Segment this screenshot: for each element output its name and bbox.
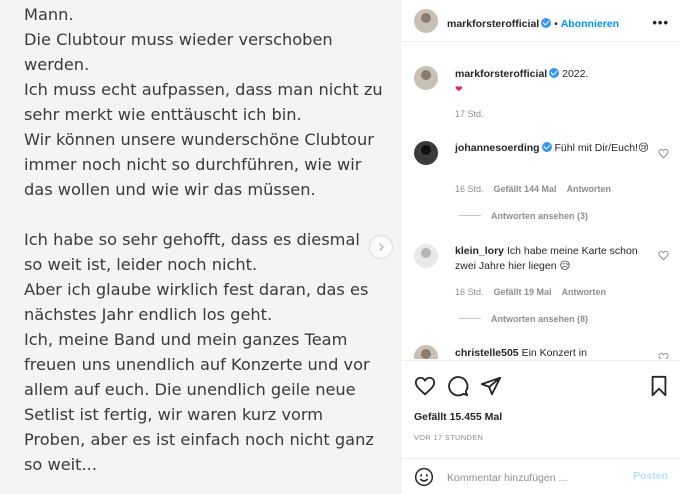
avatar[interactable] (414, 244, 438, 268)
post-line: nächstes Jahr endlich los geht. (24, 305, 273, 324)
comment-body: Fühl mit Dir/Euch!😢 (554, 142, 649, 154)
view-replies-label: Antworten ansehen (3) (491, 211, 589, 221)
avatar[interactable] (414, 141, 438, 165)
more-options-icon[interactable]: ••• (652, 15, 669, 30)
comment-likes[interactable]: Gefällt 144 Mal (494, 184, 557, 194)
username-link[interactable]: christelle505 (455, 347, 519, 359)
comment-input[interactable] (447, 468, 617, 488)
username-link[interactable]: markforsterofficial (455, 68, 547, 80)
emoji-icon[interactable] (414, 467, 434, 487)
divider (459, 215, 481, 216)
heart-icon[interactable] (414, 375, 436, 397)
post-text: Mann. Die Clubtour muss wieder verschobe… (24, 2, 389, 477)
comment-time: 16 Std. (455, 287, 484, 297)
view-replies-label: Antworten ansehen (8) (491, 314, 589, 324)
post-line: Aber ich glaube wirklich fest daran, das… (24, 280, 369, 299)
post-line: Mann. (24, 5, 74, 24)
username-link[interactable]: klein_lory (455, 245, 504, 257)
comment-icon[interactable] (447, 375, 469, 397)
post-line: so weit ist, leider noch nicht. (24, 255, 258, 274)
post-line: Proben, aber es ist einfach noch nicht g… (24, 430, 374, 449)
post-line: Wir können unsere wunderschöne Clubtour (24, 130, 374, 149)
post-actions: Gefällt 15.455 Mal VOR 17 STUNDEN (401, 360, 680, 450)
post-comment-button[interactable]: Posten (633, 470, 668, 482)
verified-badge-icon (549, 68, 560, 78)
post-line: Ich habe so sehr gehofft, dass es diesma… (24, 230, 360, 249)
post-timestamp: VOR 17 STUNDEN (414, 433, 484, 442)
view-replies-button[interactable]: Antworten ansehen (3) (459, 211, 588, 221)
post-details-panel: markforsterofficial • Abonnieren ••• markf… (400, 0, 680, 494)
separator-dot: • (554, 19, 558, 30)
comment-likes[interactable]: Gefällt 19 Mal (494, 287, 552, 297)
verified-badge-icon (541, 142, 552, 152)
caption-text: markforsterofficial 2022. ❤ (455, 67, 651, 97)
comment-text: klein_lory Ich habe meine Karte schon zw… (455, 244, 651, 274)
caption-time: 17 Std. (455, 109, 484, 119)
bookmark-icon[interactable] (648, 375, 670, 397)
header-user: markforsterofficial • Abonnieren (447, 14, 619, 32)
heart-emoji: ❤ (455, 84, 463, 94)
comment-text: johannesoerding Fühl mit Dir/Euch!😢 (455, 141, 651, 156)
add-comment-bar: Posten (401, 458, 680, 494)
avatar[interactable] (414, 66, 438, 90)
reply-button[interactable]: Antworten (567, 184, 612, 194)
post-line: Ich muss echt aufpassen, dass man nicht … (24, 80, 383, 99)
likes-count[interactable]: Gefällt 15.455 Mal (414, 411, 502, 423)
comment-meta: 16 Std. Gefällt 19 Mal Antworten (455, 287, 616, 297)
like-comment-icon[interactable] (658, 250, 669, 261)
verified-badge-icon (541, 18, 552, 28)
like-comment-icon[interactable] (658, 352, 669, 359)
post-line: allem auf euch. Die unendlich geile neue (24, 380, 356, 399)
post-line: freuen uns unendlich auf Konzerte und vo… (24, 355, 370, 374)
avatar[interactable] (414, 345, 438, 359)
post-line: immer noch nicht so durchführen, wie wir (24, 155, 362, 174)
post-line: so weit... (24, 455, 97, 474)
comment-time: 16 Std. (455, 184, 484, 194)
comment-meta: 16 Std. Gefällt 144 Mal Antworten (455, 184, 621, 194)
like-comment-icon[interactable] (658, 148, 669, 159)
post-line: das wollen und wie wir das müssen. (24, 180, 316, 199)
comment-text: christelle505 Ein Konzert in (455, 346, 651, 359)
post-image: Mann. Die Clubtour muss wieder verschobe… (0, 0, 400, 494)
caption-body: 2022. (562, 68, 589, 80)
view-replies-button[interactable]: Antworten ansehen (8) (459, 314, 588, 324)
follow-button[interactable]: Abonnieren (561, 18, 619, 30)
post-line: Setlist ist fertig, wir waren kurz vorm (24, 405, 324, 424)
reply-button[interactable]: Antworten (562, 287, 607, 297)
next-slide-button[interactable] (369, 235, 393, 259)
comments-list: markforsterofficial 2022. ❤ 17 Std. joha… (401, 43, 680, 359)
username-link[interactable]: markforsterofficial (447, 18, 539, 30)
share-icon[interactable] (480, 375, 502, 397)
post-line: sehr merkt wie enttäuscht ich bin. (24, 105, 302, 124)
comment-body: Ein Konzert in (521, 347, 587, 359)
post-line: werden. (24, 55, 90, 74)
divider (459, 318, 481, 319)
chevron-right-icon (378, 242, 385, 252)
avatar[interactable] (414, 9, 438, 33)
post-line: Ich, meine Band und mein ganzes Team (24, 330, 348, 349)
post-line: Die Clubtour muss wieder verschoben (24, 30, 333, 49)
post-header: markforsterofficial • Abonnieren ••• (401, 0, 680, 42)
username-link[interactable]: johannesoerding (455, 142, 540, 154)
